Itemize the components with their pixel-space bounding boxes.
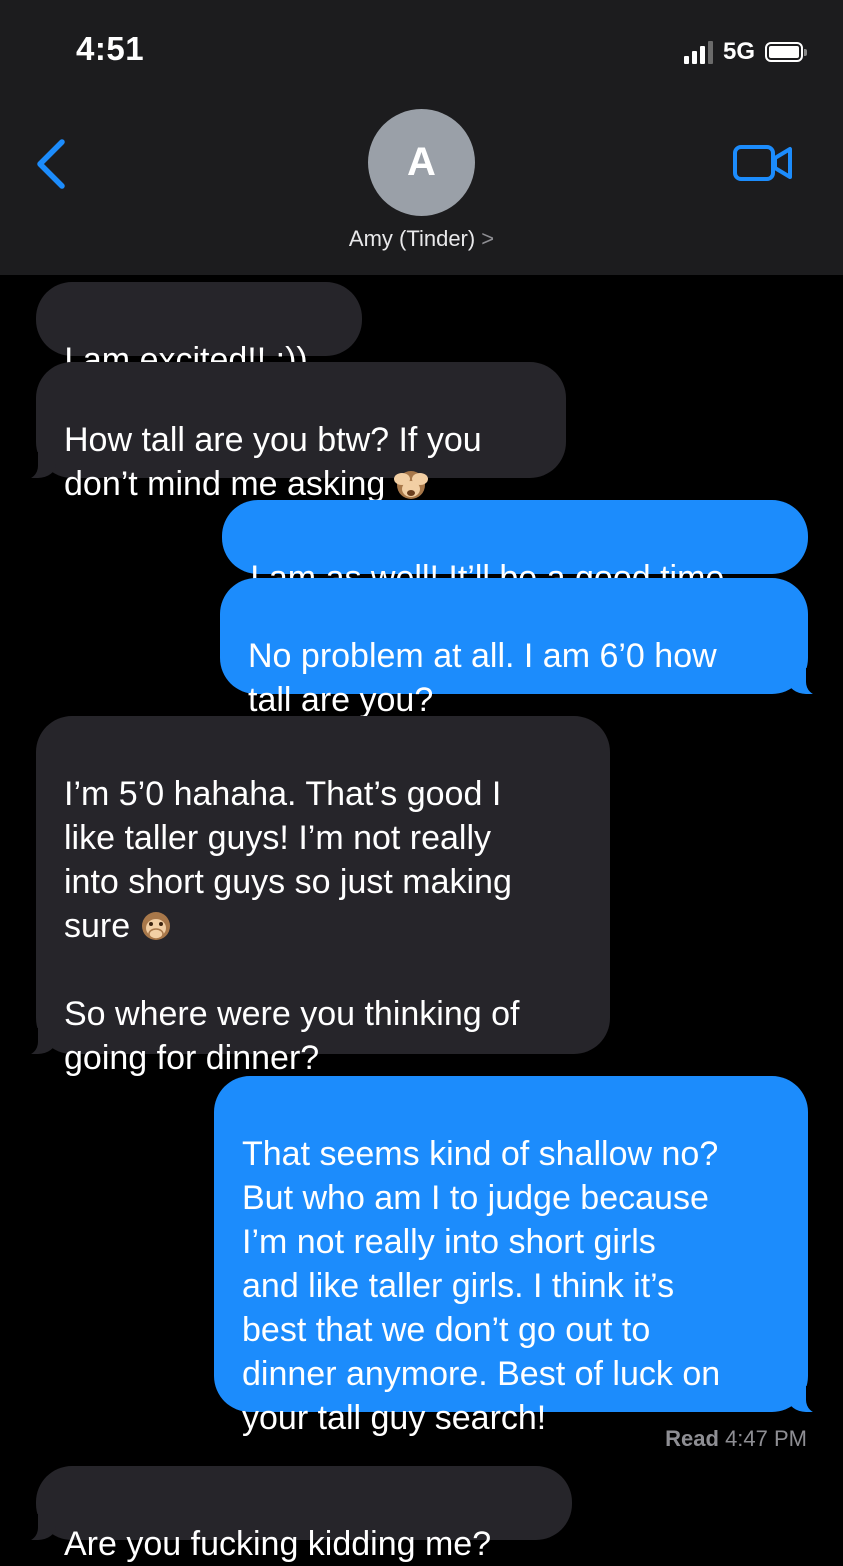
back-chevron-icon[interactable] (32, 136, 76, 192)
read-receipt: Read 4:47 PM (665, 1426, 807, 1452)
battery-icon (765, 42, 807, 62)
message-bubble-incoming[interactable]: I am excited!! :)) (36, 282, 362, 379)
conversation-header: 4:51 5G A Amy (Tinder) > (0, 0, 843, 275)
contact-name-button[interactable]: Amy (Tinder) > (0, 226, 843, 252)
message-bubble-incoming[interactable]: Are you fucking kidding me? (12, 1466, 572, 1563)
see-no-evil-monkey-emoji-icon (394, 471, 429, 499)
facetime-video-icon[interactable] (732, 143, 794, 183)
message-text: I’m 5’0 hahaha. That’s good I like talle… (64, 775, 512, 945)
read-label: Read (665, 1426, 719, 1451)
read-time: 4:47 PM (725, 1426, 807, 1451)
message-bubble-incoming[interactable]: I’m 5’0 hahaha. That’s good I like talle… (12, 716, 610, 1077)
network-type: 5G (722, 38, 755, 65)
message-text: That seems kind of shallow no? But who a… (242, 1135, 721, 1437)
chevron-right-icon: > (481, 226, 495, 251)
message-text: Are you fucking kidding me? (64, 1525, 492, 1563)
avatar-initial: A (407, 140, 436, 184)
signal-icon (683, 40, 713, 64)
message-bubble-outgoing[interactable]: I am as well! It’ll be a good time (222, 500, 808, 597)
message-text: No problem at all. I am 6’0 how tall are… (248, 637, 717, 719)
contact-avatar[interactable]: A (368, 109, 475, 216)
message-paragraph: So where were you thinking of going for … (64, 992, 582, 1080)
contact-name: Amy (Tinder) (348, 226, 476, 251)
message-text: So where were you thinking of going for … (64, 995, 520, 1077)
speak-no-evil-monkey-emoji-icon (142, 912, 171, 940)
message-bubble-outgoing[interactable]: No problem at all. I am 6’0 how tall are… (220, 578, 832, 719)
status-time: 4:51 (76, 30, 145, 67)
status-indicators: 5G (683, 38, 807, 66)
message-bubble-outgoing[interactable]: That seems kind of shallow no? But who a… (214, 1076, 832, 1437)
message-bubble-incoming[interactable]: How tall are you btw? If you don’t mind … (12, 362, 566, 503)
